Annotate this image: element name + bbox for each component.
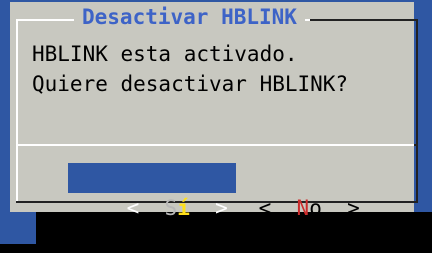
no-button-right-bracket: > — [347, 196, 360, 220]
backdrop-left — [0, 0, 10, 244]
no-button[interactable]: < No > — [208, 163, 360, 220]
button-separator-shadow — [414, 144, 418, 146]
dialog-frame-top-shadow — [310, 19, 418, 21]
dialog-frame-left — [16, 19, 18, 203]
backdrop-bottom-left — [0, 212, 36, 244]
yes-button-hotkey: í — [177, 196, 190, 220]
dialog-title: Desactivar HBLINK — [74, 5, 305, 29]
button-separator — [16, 144, 418, 146]
dialog-message-line-2: Quiere desactivar HBLINK? — [32, 72, 349, 96]
dialog-frame-right — [416, 19, 418, 203]
dialog-message-line-1: HBLINK esta activado. — [32, 42, 298, 66]
confirm-dialog: Desactivar HBLINK HBLINK esta activado. … — [10, 2, 418, 220]
yes-button-first-letter: S — [164, 196, 178, 220]
no-button-label-rest: o — [309, 196, 322, 220]
no-button-hotkey: N — [296, 196, 310, 220]
no-button-left-bracket: < — [258, 196, 272, 220]
yes-button-left-bracket: < — [126, 196, 140, 220]
